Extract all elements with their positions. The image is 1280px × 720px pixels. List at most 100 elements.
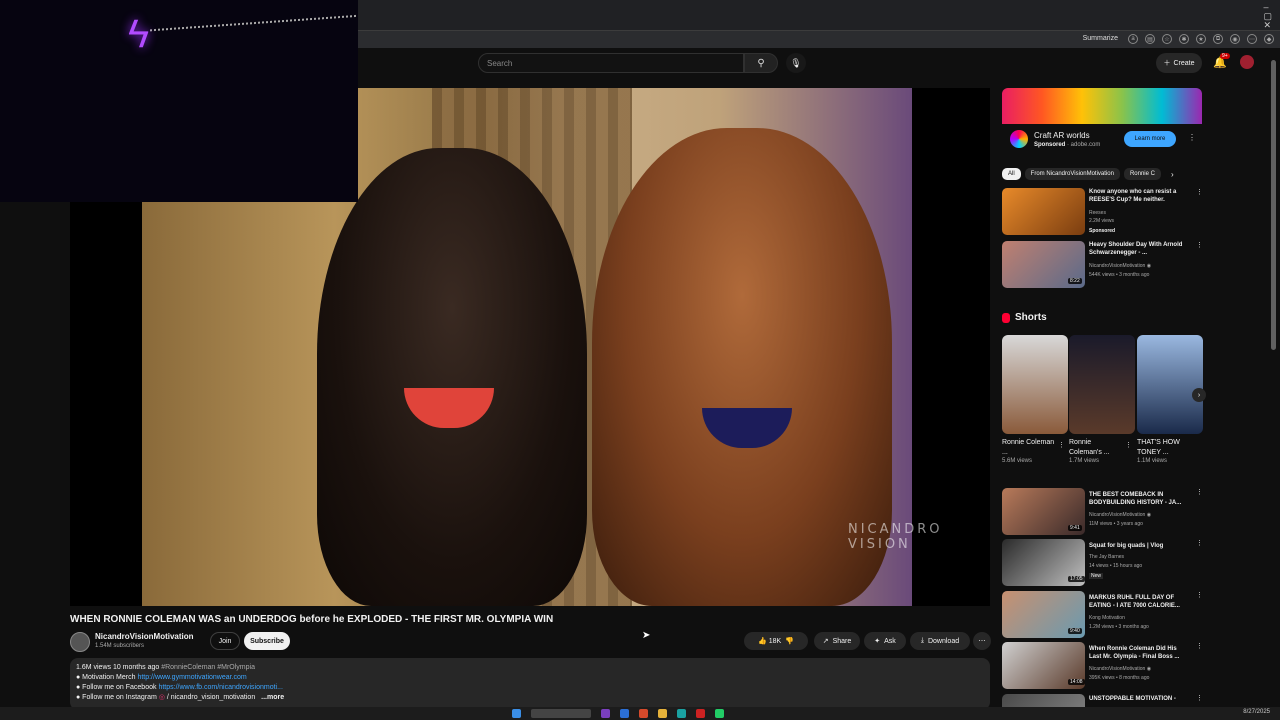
video-duration: 8:22 bbox=[1068, 278, 1082, 284]
recommendation-title[interactable]: Squat for big quads | Vlog bbox=[1089, 542, 1189, 550]
chip-next-icon[interactable]: › bbox=[1171, 170, 1174, 179]
more-options-icon[interactable]: ⋮ bbox=[1196, 642, 1203, 650]
ask-button[interactable]: ✦ Ask bbox=[864, 632, 906, 650]
ad-banner-image[interactable] bbox=[1002, 88, 1202, 124]
recommendation-channel[interactable]: NicandroVisionMotivation ◉ bbox=[1089, 263, 1151, 269]
more-options-icon[interactable]: ⋮ bbox=[1196, 694, 1202, 702]
copilot-icon[interactable]: ◆ bbox=[1264, 34, 1274, 44]
more-options-icon[interactable]: ⋮ bbox=[1196, 188, 1203, 196]
more-options-icon[interactable]: ⋮ bbox=[1196, 591, 1203, 599]
start-icon[interactable] bbox=[512, 709, 521, 718]
taskbar-search[interactable] bbox=[531, 709, 591, 718]
learn-more-button[interactable]: Learn more bbox=[1124, 131, 1176, 147]
short-title[interactable]: Ronnie Coleman's ... bbox=[1069, 438, 1123, 458]
short-thumbnail[interactable] bbox=[1069, 335, 1135, 434]
recommendation-title[interactable]: Know anyone who can resist a REESE'S Cup… bbox=[1089, 188, 1189, 204]
maximize-button[interactable]: ▢ bbox=[1263, 11, 1272, 21]
shorts-next-icon[interactable]: › bbox=[1192, 388, 1206, 402]
menu-dots-icon[interactable]: ⋯ bbox=[1247, 34, 1257, 44]
recommendation-title[interactable]: When Ronnie Coleman Did His Last Mr. Oly… bbox=[1089, 645, 1189, 661]
hashtags[interactable]: #RonnieColeman #MrOlympia bbox=[161, 664, 255, 671]
merch-link[interactable]: http://www.gymmotivationwear.com bbox=[137, 674, 246, 681]
sponsored-ad[interactable]: Craft AR worlds Sponsored · adobe.com Le… bbox=[1002, 88, 1202, 156]
app-icon[interactable] bbox=[601, 709, 610, 718]
more-actions-button[interactable]: ⋯ bbox=[973, 632, 991, 650]
create-button[interactable]: ＋ Create bbox=[1156, 53, 1202, 73]
search-input[interactable]: Search bbox=[478, 53, 744, 73]
summarize-button[interactable]: Summarize bbox=[1083, 35, 1118, 42]
subscribe-button[interactable]: Subscribe bbox=[244, 632, 290, 650]
app-icon[interactable] bbox=[715, 709, 724, 718]
share-button[interactable]: ↗ Share bbox=[814, 632, 860, 650]
recommendation-item[interactable]: Know anyone who can resist a REESE'S Cup… bbox=[1002, 188, 1203, 236]
more-options-icon[interactable]: ⋮ bbox=[1196, 539, 1203, 547]
short-item[interactable]: Ronnie Coleman ... 5.6M views ⋮ bbox=[1002, 335, 1068, 464]
recommendation-thumbnail[interactable] bbox=[1002, 188, 1085, 235]
ad-subtitle: Sponsored · adobe.com bbox=[1034, 142, 1100, 148]
ad-logo-icon bbox=[1010, 130, 1028, 148]
search-icon: ⚲ bbox=[757, 57, 765, 69]
recommendation-title[interactable]: UNSTOPPABLE MOTIVATION - bbox=[1089, 695, 1189, 703]
recommendation-channel[interactable]: NicandroVisionMotivation ◉ bbox=[1089, 666, 1151, 672]
folder-icon[interactable] bbox=[658, 709, 667, 718]
short-thumbnail[interactable] bbox=[1137, 335, 1203, 434]
recommendation-item[interactable]: 17:05 Squat for big quads | Vlog The Jay… bbox=[1002, 539, 1203, 587]
facebook-link[interactable]: https://www.fb.com/nicandrovisionmoti... bbox=[158, 684, 283, 691]
short-title[interactable]: THAT'S HOW TONEY ... bbox=[1137, 438, 1191, 458]
show-more-link[interactable]: ...more bbox=[261, 694, 284, 701]
ad-title[interactable]: Craft AR worlds bbox=[1034, 131, 1090, 140]
recommendation-channel[interactable]: Reeses bbox=[1089, 210, 1106, 216]
short-title[interactable]: Ronnie Coleman ... bbox=[1002, 438, 1056, 458]
dislike-button[interactable]: 👎 bbox=[785, 637, 794, 645]
instagram-link[interactable]: / nicandro_vision_motivation bbox=[167, 694, 255, 701]
recommendation-item[interactable]: 9:40 MARKUS RUHL FULL DAY OF EATING - I … bbox=[1002, 591, 1203, 639]
more-options-icon[interactable]: ⋮ bbox=[1196, 241, 1203, 249]
short-item[interactable]: Ronnie Coleman's ... 1.7M views ⋮ bbox=[1069, 335, 1135, 464]
translate-icon[interactable]: a bbox=[1128, 34, 1138, 44]
app-icon[interactable] bbox=[696, 709, 705, 718]
recommendation-meta: 11M views • 3 years ago bbox=[1089, 521, 1143, 527]
app-icon[interactable] bbox=[620, 709, 629, 718]
download-button[interactable]: ⤓ Download bbox=[910, 632, 970, 650]
chip-all[interactable]: All bbox=[1002, 168, 1021, 180]
recommendation-item[interactable]: UNSTOPPABLE MOTIVATION - ⋮ bbox=[1002, 694, 1202, 707]
short-thumbnail[interactable] bbox=[1002, 335, 1068, 434]
more-options-icon[interactable]: ⋮ bbox=[1196, 488, 1203, 496]
join-button[interactable]: Join bbox=[210, 632, 240, 650]
extensions-icon[interactable]: ✱ bbox=[1179, 34, 1189, 44]
recommendation-channel[interactable]: NicandroVisionMotivation ◉ bbox=[1089, 512, 1151, 518]
chip-ronnie[interactable]: Ronnie C bbox=[1123, 168, 1161, 180]
channel-name[interactable]: NicandroVisionMotivation bbox=[95, 632, 194, 641]
notification-badge: 9+ bbox=[1220, 53, 1230, 59]
edge-icon[interactable] bbox=[677, 709, 686, 718]
recommendation-channel[interactable]: The Jay Barnes bbox=[1089, 554, 1124, 560]
description-box[interactable]: 1.6M views 10 months ago #RonnieColeman … bbox=[70, 658, 990, 710]
recommendation-thumbnail[interactable] bbox=[1002, 694, 1085, 707]
more-options-icon[interactable]: ⋮ bbox=[1058, 441, 1065, 449]
recommendation-title[interactable]: THE BEST COMEBACK IN BODYBUILDING HISTOR… bbox=[1089, 491, 1189, 507]
account-avatar[interactable] bbox=[1240, 55, 1254, 69]
close-button[interactable]: ✕ bbox=[1263, 20, 1271, 30]
recommendation-title[interactable]: MARKUS RUHL FULL DAY OF EATING - I ATE 7… bbox=[1089, 594, 1189, 610]
search-button[interactable]: ⚲ bbox=[744, 53, 778, 73]
page-icon[interactable]: ▤ bbox=[1145, 34, 1155, 44]
recommendation-item[interactable]: 14:08 When Ronnie Coleman Did His Last M… bbox=[1002, 642, 1203, 690]
like-button[interactable]: 👍 18K bbox=[758, 637, 781, 645]
minimize-button[interactable]: – bbox=[1263, 2, 1268, 12]
recommendation-item[interactable]: 8:22 Heavy Shoulder Day With Arnold Schw… bbox=[1002, 241, 1203, 289]
page-scrollbar[interactable] bbox=[1271, 60, 1276, 350]
more-options-icon[interactable]: ⋮ bbox=[1125, 441, 1132, 449]
collections-icon[interactable]: ⧉ bbox=[1213, 34, 1223, 44]
ad-menu-dots-icon[interactable]: ⋮ bbox=[1188, 133, 1196, 142]
voice-search-button[interactable]: 🎙 bbox=[786, 53, 806, 73]
profile-icon[interactable]: ◉ bbox=[1230, 34, 1240, 44]
mouse-cursor-icon: ➤ bbox=[642, 630, 651, 641]
chip-from-channel[interactable]: From NicandroVisionMotivation bbox=[1024, 168, 1120, 180]
channel-avatar[interactable] bbox=[70, 632, 90, 652]
recommendation-title[interactable]: Heavy Shoulder Day With Arnold Schwarzen… bbox=[1089, 241, 1189, 257]
recommendation-channel[interactable]: Kong Motivation bbox=[1089, 615, 1125, 621]
app-icon[interactable] bbox=[639, 709, 648, 718]
bookmark-star-icon[interactable]: ☆ bbox=[1162, 34, 1172, 44]
recommendation-item[interactable]: 9:41 THE BEST COMEBACK IN BODYBUILDING H… bbox=[1002, 488, 1203, 536]
favorites-icon[interactable]: ★ bbox=[1196, 34, 1206, 44]
